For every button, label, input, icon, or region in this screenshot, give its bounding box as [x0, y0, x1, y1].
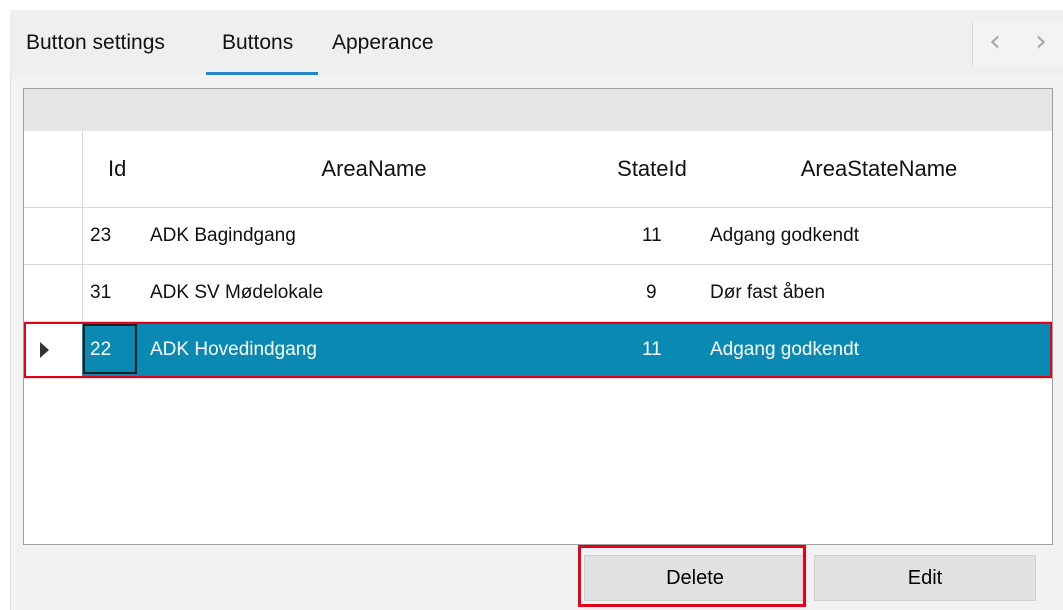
grid-group-band [24, 89, 1052, 131]
tab-apperance[interactable]: Apperance [332, 10, 434, 75]
cell-area-state-name: Adgang godkendt [710, 225, 859, 246]
column-header-id[interactable]: Id [108, 131, 126, 207]
buttons-tab-panel: Id AreaName StateId AreaStateName 23 ADK… [10, 75, 1063, 610]
edit-button[interactable]: Edit [814, 555, 1036, 601]
cell-area-name: ADK Hovedindgang [150, 339, 317, 360]
row-indicator-cell[interactable] [24, 322, 82, 378]
tab-button-settings[interactable]: Button settings [26, 10, 165, 75]
cell-area-state-name: Adgang godkendt [710, 339, 859, 360]
row-pointer-icon [40, 342, 49, 358]
cell-id: 22 [90, 339, 112, 360]
cell-id: 23 [90, 225, 112, 246]
cell-area-state-name: Dør fast åben [710, 282, 826, 303]
area-state-grid[interactable]: Id AreaName StateId AreaStateName 23 ADK… [23, 88, 1053, 545]
column-header-area-name[interactable]: AreaName [224, 131, 524, 207]
cell-area-name: ADK Bagindgang [150, 225, 296, 246]
cell-state-id: 11 [642, 339, 662, 360]
cell-id: 31 [90, 282, 112, 303]
table-row[interactable]: 31 ADK SV Mødelokale 9 Dør fast åben [24, 265, 1052, 322]
delete-button[interactable]: Delete [584, 555, 806, 601]
chevron-right-icon[interactable]: › [1019, 22, 1063, 66]
table-row[interactable]: 23 ADK Bagindgang 11 Adgang godkendt [24, 208, 1052, 265]
tab-scroll-arrows: ‹ › [972, 22, 1063, 66]
table-row-selected[interactable]: 22 ADK Hovedindgang 11 Adgang godkendt [24, 322, 1052, 379]
column-header-state-id[interactable]: StateId [602, 131, 702, 207]
cell-state-id: 9 [646, 282, 657, 303]
grid-header-row: Id AreaName StateId AreaStateName [24, 131, 1052, 208]
column-header-area-state-name[interactable]: AreaStateName [754, 131, 1004, 207]
cell-area-name: ADK SV Mødelokale [150, 282, 324, 303]
chevron-left-icon[interactable]: ‹ [973, 22, 1017, 66]
cell-state-id: 11 [642, 225, 662, 246]
tab-bar: Button settings Buttons Apperance ‹ › [10, 10, 1063, 76]
tab-buttons[interactable]: Buttons [222, 10, 293, 75]
